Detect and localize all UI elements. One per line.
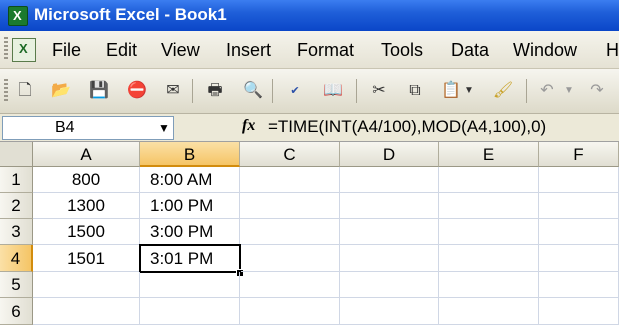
menu-tools[interactable]: Tools bbox=[381, 40, 423, 61]
cell-d6[interactable] bbox=[340, 298, 439, 325]
select-all-button[interactable] bbox=[0, 142, 33, 167]
undo-dropdown-icon[interactable]: ▼ bbox=[562, 80, 576, 102]
cell-e1[interactable] bbox=[439, 167, 539, 193]
cell-a2[interactable]: 1300 bbox=[33, 193, 140, 219]
cell-d4[interactable] bbox=[340, 245, 439, 272]
name-box-value: B4 bbox=[55, 119, 75, 136]
toolbar-grip-icon[interactable] bbox=[4, 79, 8, 103]
permission-icon[interactable]: ⛔ bbox=[126, 80, 148, 102]
spelling-icon[interactable]: ✔ bbox=[284, 80, 306, 102]
menu-view[interactable]: View bbox=[161, 40, 200, 61]
menu-help[interactable]: H bbox=[606, 40, 619, 61]
toolbar-separator bbox=[356, 79, 357, 103]
print-icon[interactable]: 🖶 bbox=[204, 80, 226, 102]
menu-grip-icon[interactable] bbox=[4, 37, 8, 61]
cell-a6[interactable] bbox=[33, 298, 140, 325]
cell-c2[interactable] bbox=[240, 193, 340, 219]
cell-b4-active[interactable]: 3:01 PM bbox=[139, 244, 241, 273]
row-header-5[interactable]: 5 bbox=[0, 272, 33, 298]
new-icon[interactable]: 🗋 bbox=[14, 80, 36, 102]
print-preview-icon[interactable]: 🔍 bbox=[242, 80, 264, 102]
excel-logo-icon bbox=[8, 6, 28, 26]
formula-bar: B4 ▼ fx =TIME(INT(A4/100),MOD(A4,100),0) bbox=[0, 114, 619, 142]
column-header-e[interactable]: E bbox=[439, 142, 539, 167]
column-header-c[interactable]: C bbox=[240, 142, 340, 167]
row-header-6[interactable]: 6 bbox=[0, 298, 33, 325]
menu-insert[interactable]: Insert bbox=[226, 40, 271, 61]
cell-d2[interactable] bbox=[340, 193, 439, 219]
menu-data[interactable]: Data bbox=[451, 40, 489, 61]
cell-c6[interactable] bbox=[240, 298, 340, 325]
cell-f6[interactable] bbox=[539, 298, 619, 325]
cell-f1[interactable] bbox=[539, 167, 619, 193]
paste-icon[interactable]: 📋 bbox=[440, 80, 462, 102]
format-painter-icon[interactable]: 🖌 bbox=[492, 80, 514, 102]
toolbar-separator bbox=[526, 79, 527, 103]
menu-window[interactable]: Window bbox=[513, 40, 577, 61]
worksheet-grid: A B C D E F 1 2 3 4 5 6 800 8:00 AM 1300… bbox=[0, 142, 619, 325]
cell-a4[interactable]: 1501 bbox=[33, 245, 140, 272]
row-header-3[interactable]: 3 bbox=[0, 219, 33, 245]
cut-icon[interactable]: ✂ bbox=[368, 80, 390, 102]
cell-e2[interactable] bbox=[439, 193, 539, 219]
menu-format[interactable]: Format bbox=[297, 40, 354, 61]
formula-input[interactable]: =TIME(INT(A4/100),MOD(A4,100),0) bbox=[268, 117, 546, 137]
cell-e5[interactable] bbox=[439, 272, 539, 298]
paste-dropdown-icon[interactable]: ▼ bbox=[462, 80, 476, 102]
cell-c5[interactable] bbox=[240, 272, 340, 298]
column-header-f[interactable]: F bbox=[539, 142, 619, 167]
cell-d1[interactable] bbox=[340, 167, 439, 193]
name-box[interactable]: B4 ▼ bbox=[2, 116, 174, 140]
cell-b6[interactable] bbox=[140, 298, 240, 325]
cell-a3[interactable]: 1500 bbox=[33, 219, 140, 245]
cell-e4[interactable] bbox=[439, 245, 539, 272]
cell-b1[interactable]: 8:00 AM bbox=[140, 167, 240, 193]
cell-b3[interactable]: 3:00 PM bbox=[140, 219, 240, 245]
column-header-d[interactable]: D bbox=[340, 142, 439, 167]
insert-function-icon[interactable]: fx bbox=[242, 117, 255, 135]
redo-icon[interactable]: ↷ bbox=[586, 80, 608, 102]
cell-e3[interactable] bbox=[439, 219, 539, 245]
cell-f4[interactable] bbox=[539, 245, 619, 272]
row-header-4[interactable]: 4 bbox=[0, 245, 33, 272]
cell-f3[interactable] bbox=[539, 219, 619, 245]
title-bar: Microsoft Excel - Book1 bbox=[0, 0, 619, 31]
cell-a5[interactable] bbox=[33, 272, 140, 298]
cell-b5[interactable] bbox=[140, 272, 240, 298]
cell-f2[interactable] bbox=[539, 193, 619, 219]
cell-c4[interactable] bbox=[241, 245, 340, 272]
column-header-a[interactable]: A bbox=[33, 142, 140, 167]
row-header-2[interactable]: 2 bbox=[0, 193, 33, 219]
toolbar-separator bbox=[192, 79, 193, 103]
column-header-b[interactable]: B bbox=[140, 142, 240, 167]
standard-toolbar: 🗋 📂 💾 ⛔ ✉ 🖶 🔍 ✔ 📖 ✂ ⧉ 📋 ▼ 🖌 ↶ ▼ ↷ bbox=[0, 69, 619, 114]
cell-b2[interactable]: 1:00 PM bbox=[140, 193, 240, 219]
menu-edit[interactable]: Edit bbox=[106, 40, 137, 61]
cell-a1[interactable]: 800 bbox=[33, 167, 140, 193]
email-icon[interactable]: ✉ bbox=[162, 80, 184, 102]
cell-f5[interactable] bbox=[539, 272, 619, 298]
window-title: Microsoft Excel - Book1 bbox=[34, 5, 227, 24]
cell-c1[interactable] bbox=[240, 167, 340, 193]
row-header-1[interactable]: 1 bbox=[0, 167, 33, 193]
chevron-down-icon[interactable]: ▼ bbox=[155, 117, 173, 139]
open-icon[interactable]: 📂 bbox=[50, 80, 72, 102]
menu-bar: File Edit View Insert Format Tools Data … bbox=[0, 31, 619, 69]
undo-icon[interactable]: ↶ bbox=[536, 80, 558, 102]
cell-d5[interactable] bbox=[340, 272, 439, 298]
cell-e6[interactable] bbox=[439, 298, 539, 325]
toolbar-separator bbox=[272, 79, 273, 103]
save-icon[interactable]: 💾 bbox=[88, 80, 110, 102]
cell-d3[interactable] bbox=[340, 219, 439, 245]
workbook-icon[interactable] bbox=[12, 38, 36, 62]
copy-icon[interactable]: ⧉ bbox=[404, 80, 426, 102]
cell-c3[interactable] bbox=[240, 219, 340, 245]
menu-file[interactable]: File bbox=[52, 40, 81, 61]
research-icon[interactable]: 📖 bbox=[322, 80, 344, 102]
